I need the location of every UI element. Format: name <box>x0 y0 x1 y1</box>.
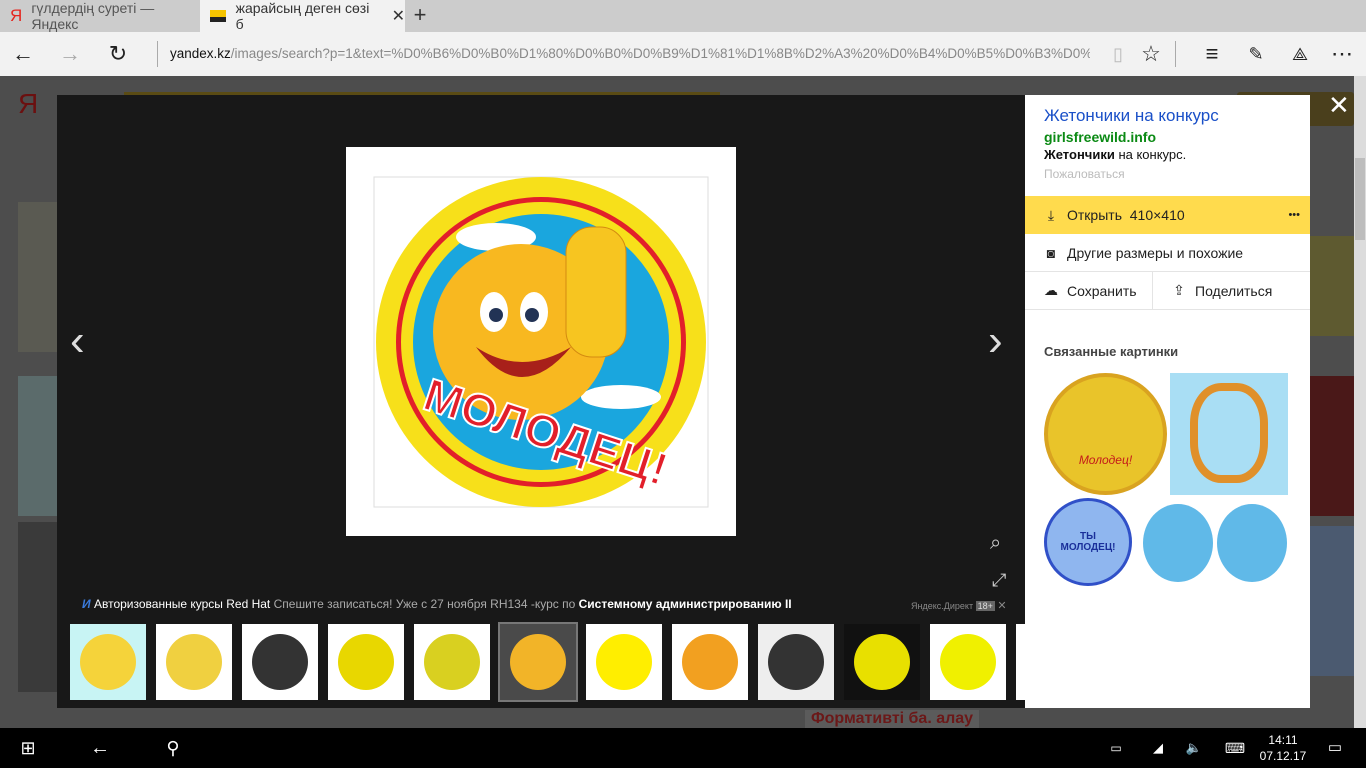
save-button[interactable]: ☁ Сохранить <box>1025 272 1153 310</box>
thumbnail-image <box>854 634 910 690</box>
save-collection-icon: ☁ <box>1044 282 1058 298</box>
thumb-dim <box>18 376 58 516</box>
thumbnail-image <box>338 634 394 690</box>
thumb-dim <box>18 522 58 692</box>
url-path: /images/search?p=1&text=%D0%B6%D0%B0%D1%… <box>230 46 1090 61</box>
more-options-button[interactable]: ••• <box>1288 209 1300 221</box>
thumbnail[interactable] <box>930 624 1006 700</box>
ad-bold: Системному администрированию II <box>578 597 792 611</box>
battery-icon[interactable]: ▭ <box>1104 728 1128 768</box>
wifi-icon[interactable]: ◢ <box>1146 728 1170 768</box>
related-image[interactable] <box>1170 373 1288 495</box>
divider <box>1175 41 1176 67</box>
thumbnail-image <box>940 634 996 690</box>
thumbnail-image <box>166 634 222 690</box>
refresh-button[interactable]: ↻ <box>98 32 138 76</box>
image-size: 410×410 <box>1129 207 1185 223</box>
url-host: yandex.kz <box>170 46 231 61</box>
divider <box>157 41 158 67</box>
zoom-search-icon[interactable]: ⌕ <box>990 532 1001 555</box>
ad-text: Спешите записаться! Уже с 27 ноября RH13… <box>273 597 576 611</box>
camera-search-icon: ◙ <box>1046 244 1056 261</box>
scrollbar-thumb[interactable] <box>1355 158 1365 240</box>
thumbnail[interactable] <box>498 622 578 702</box>
new-tab-button[interactable]: + <box>405 0 435 32</box>
keyboard-icon[interactable]: ⌨ <box>1222 728 1248 768</box>
thumbnail[interactable] <box>328 624 404 700</box>
ad-source: Яндекс.Директ 18+ ✕ <box>911 600 1007 612</box>
open-button[interactable]: ⤓ Открыть 410×410 ••• <box>1025 196 1310 234</box>
thumbnail[interactable] <box>758 624 834 700</box>
share-button[interactable]: ⇪ Поделиться <box>1153 272 1310 310</box>
share-upload-icon: ⇪ <box>1173 282 1185 298</box>
more-icon[interactable]: ⋯ <box>1322 32 1362 76</box>
next-arrow-icon[interactable]: › <box>988 316 1003 366</box>
yandex-logo: Я <box>18 88 39 119</box>
thumbnail[interactable] <box>586 624 662 700</box>
tab-active[interactable]: жарайсың деген сөзі б ✕ <box>200 0 405 32</box>
yandex-icon: Я <box>10 6 23 25</box>
main-image[interactable]: МОЛОДЕЦ! <box>346 147 736 536</box>
thumb-dim <box>1310 526 1354 676</box>
thumb-dim <box>1310 376 1354 516</box>
thumbnail-image <box>80 634 136 690</box>
prev-arrow-icon[interactable]: ‹ <box>70 316 85 366</box>
related-image[interactable]: Молодец! <box>1044 373 1167 495</box>
ad-title[interactable]: Авторизованные курсы Red Hat <box>94 597 270 611</box>
thumbnail[interactable] <box>844 624 920 700</box>
thumbnail-image <box>682 634 738 690</box>
info-panel: Жетончики на конкурс girlsfreewild.info … <box>1025 95 1310 708</box>
close-viewer-icon[interactable]: ✕ <box>1328 90 1350 121</box>
tab-label: гүлдердің суреті — Яндекс <box>31 0 155 32</box>
taskbar: ⊞ ← ⚲ ▭ ◢ 🔈 ⌨ 14:11 07.12.17 ▭ <box>0 728 1366 768</box>
thumb-dim <box>1310 236 1354 336</box>
tab-label: жарайсың деген сөзі б <box>235 0 370 32</box>
ad-close-icon[interactable]: ✕ <box>997 600 1006 612</box>
related-image[interactable] <box>1141 498 1288 586</box>
thumbnail[interactable] <box>156 624 232 700</box>
close-tab-icon[interactable]: ✕ <box>392 6 405 26</box>
thumb-dim <box>18 202 58 352</box>
volume-icon[interactable]: 🔈 <box>1182 728 1206 768</box>
back-button[interactable]: ← <box>3 32 43 76</box>
action-center-icon[interactable]: ▭ <box>1322 728 1348 768</box>
image-description: Жетончики на конкурс. <box>1044 147 1187 162</box>
web-note-icon[interactable]: ✎ <box>1236 32 1276 76</box>
related-image[interactable]: ТЫ МОЛОДЕЦ! <box>1044 498 1132 586</box>
thumbnail[interactable] <box>672 624 748 700</box>
related-heading: Связанные картинки <box>1044 344 1179 359</box>
thumbnail[interactable] <box>414 624 490 700</box>
forward-button: → <box>59 41 81 66</box>
hub-icon[interactable]: ≡ <box>1192 32 1232 76</box>
thumbnail-image <box>252 634 308 690</box>
thumbnail-image <box>768 634 824 690</box>
clock[interactable]: 14:11 07.12.17 <box>1258 728 1308 768</box>
image-icon <box>210 10 226 22</box>
windows-start-icon[interactable]: ⊞ <box>10 728 46 768</box>
thumbnail[interactable] <box>70 624 146 700</box>
url-input[interactable]: yandex.kz/images/search?p=1&text=%D0%B6%… <box>170 32 1090 76</box>
complain-link[interactable]: Пожаловаться <box>1044 167 1125 181</box>
thumbnail-image <box>596 634 652 690</box>
similar-button[interactable]: ◙ Другие размеры и похожие <box>1025 234 1310 272</box>
fullscreen-icon[interactable]: ⤢ <box>992 570 1006 591</box>
thumbnail-image <box>510 634 566 690</box>
image-title-link[interactable]: Жетончики на конкурс <box>1044 106 1219 126</box>
favorite-star-icon[interactable]: ☆ <box>1131 32 1171 76</box>
ad-banner[interactable]: И Авторизованные курсы Red Hat Спешите з… <box>82 597 792 611</box>
tab-flowers[interactable]: Ягүлдердің суреті — Яндекс <box>0 0 200 32</box>
thumbnail-image <box>424 634 480 690</box>
search-icon[interactable]: ⚲ <box>155 728 191 768</box>
back-icon[interactable]: ← <box>82 728 118 768</box>
source-domain-link[interactable]: girlsfreewild.info <box>1044 129 1156 145</box>
tab-bar: Ягүлдердің суреті — Яндекс жарайсың деге… <box>0 0 1366 32</box>
thumbnail[interactable] <box>242 624 318 700</box>
redhat-logo-icon: И <box>82 597 91 611</box>
download-icon: ⤓ <box>1047 206 1055 223</box>
share-icon[interactable]: ⟁ <box>1280 32 1320 76</box>
